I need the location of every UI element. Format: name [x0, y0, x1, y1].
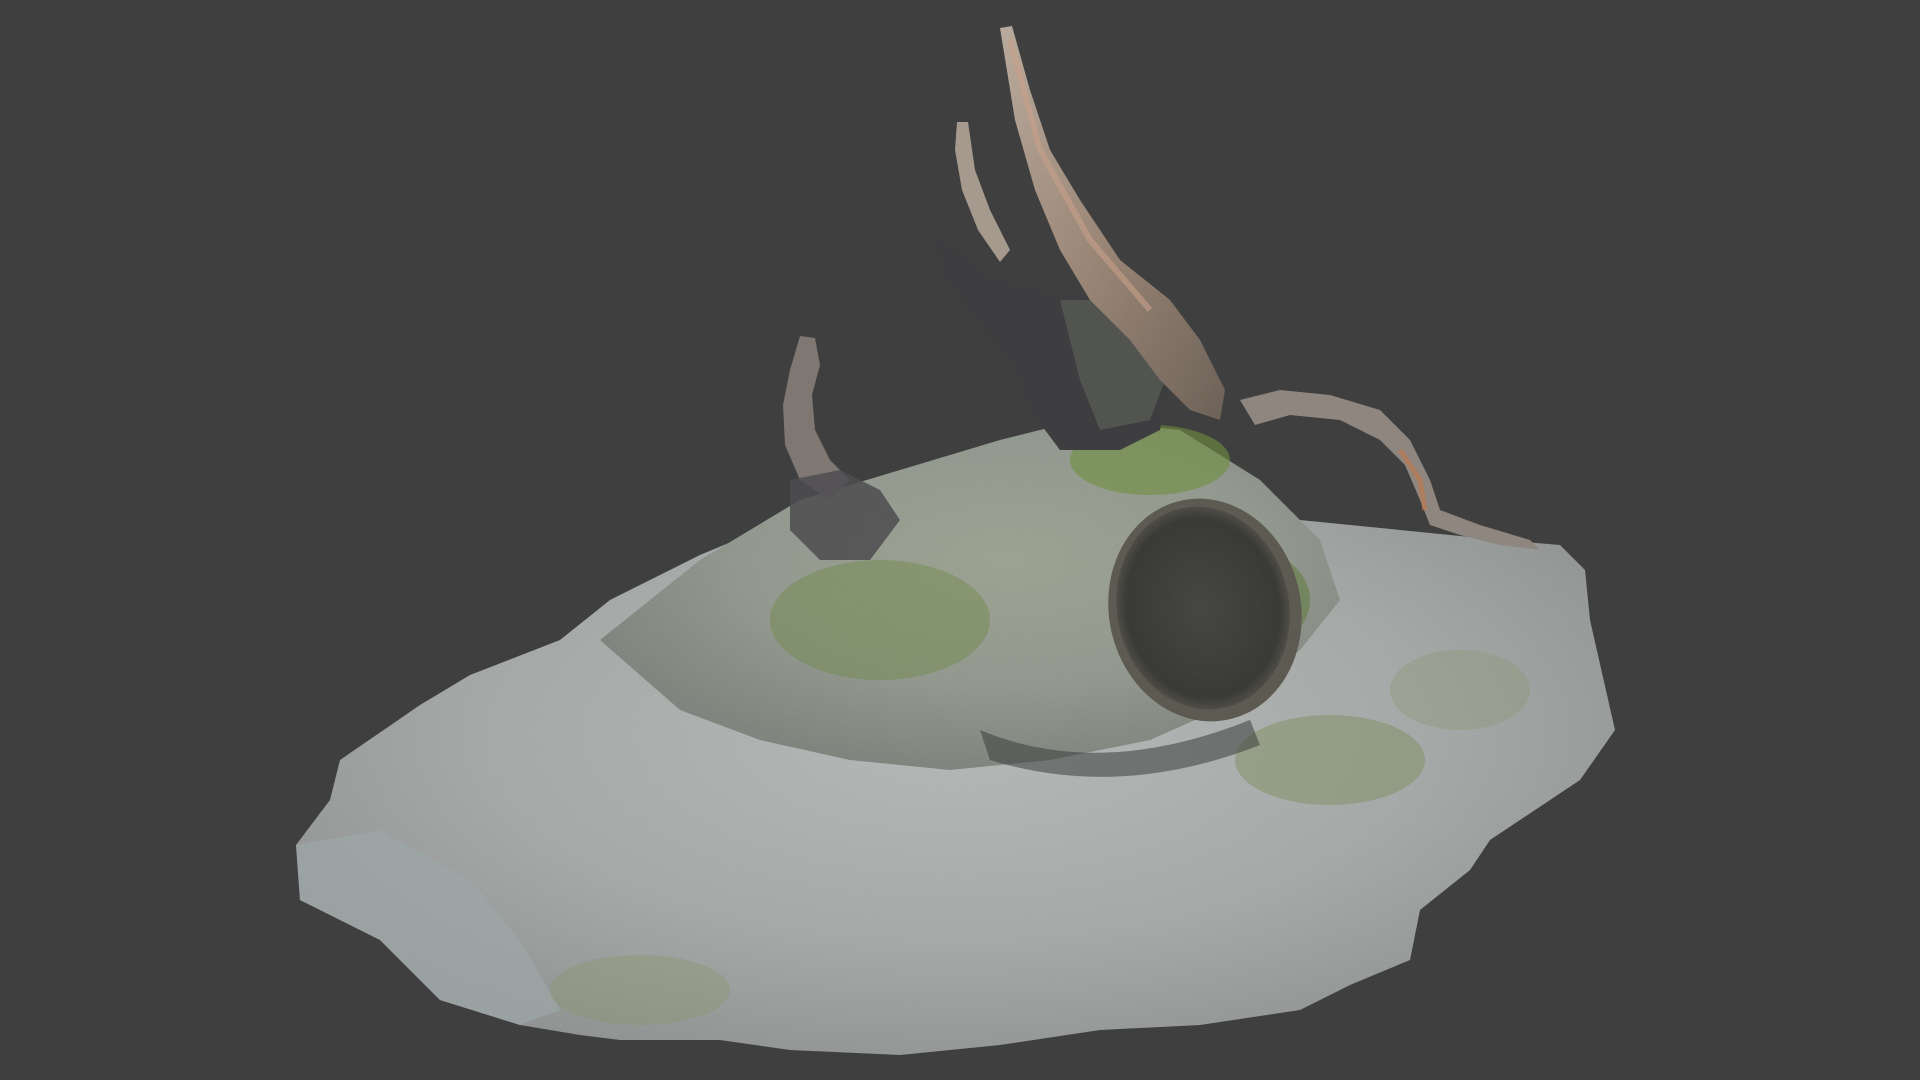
3d-viewport[interactable]: [0, 0, 1920, 1080]
scanned-tree-stump-model[interactable]: [0, 0, 1920, 1080]
